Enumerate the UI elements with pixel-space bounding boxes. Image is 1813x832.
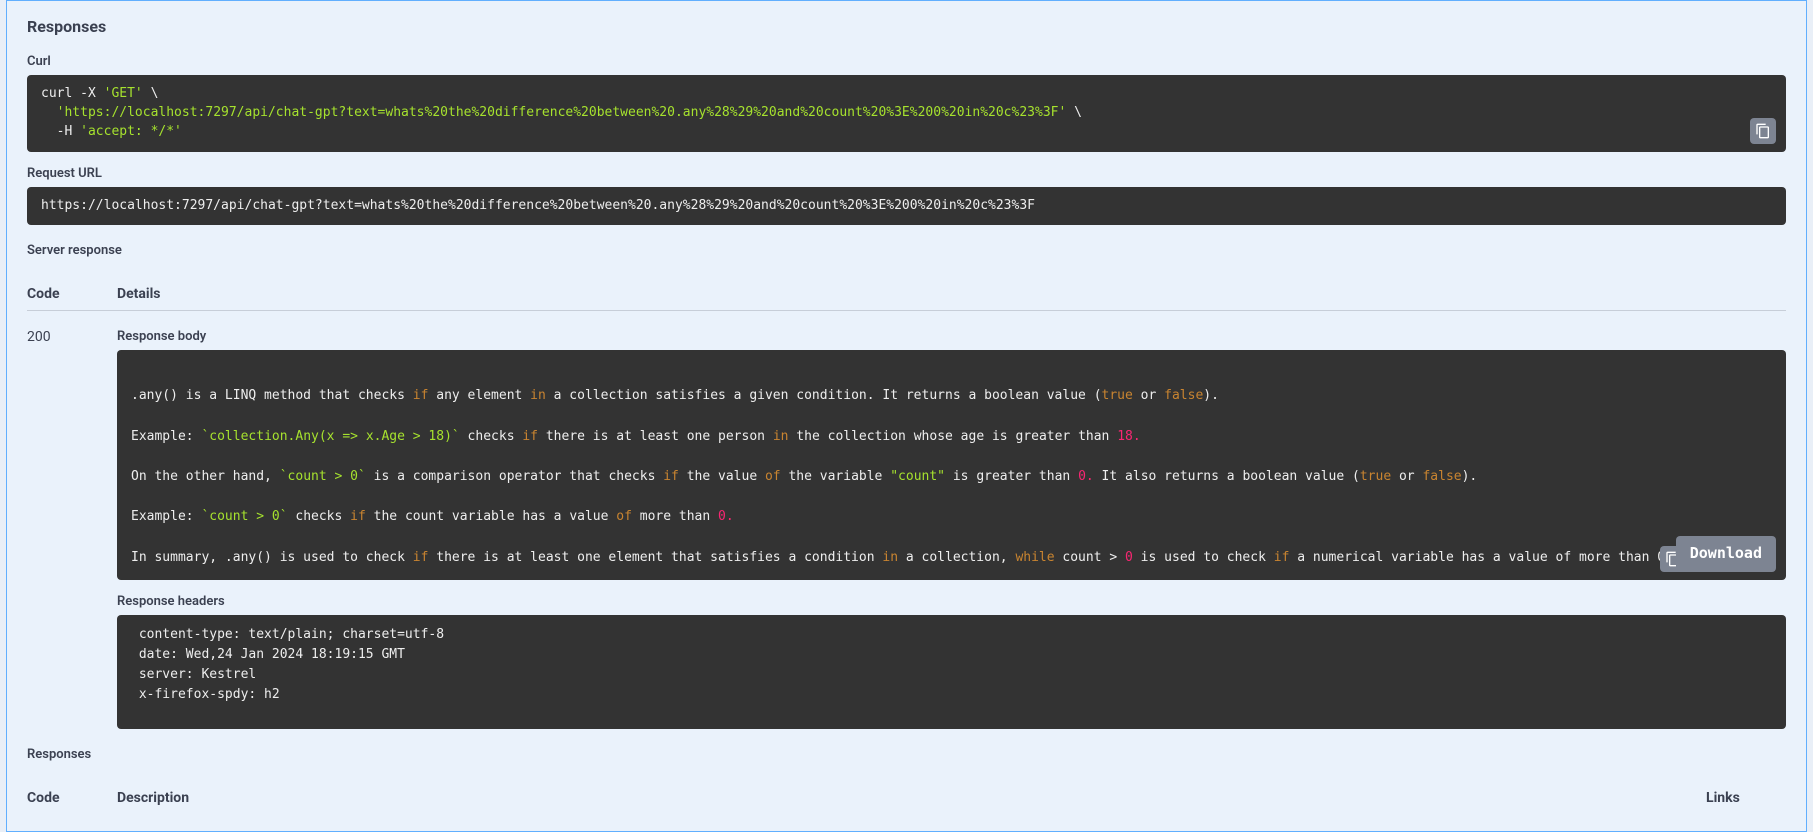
response-details: Response body .any() is a LINQ method th…	[117, 329, 1786, 729]
request-url-block: https://localhost:7297/api/chat-gpt?text…	[27, 187, 1786, 226]
response-body-block: .any() is a LINQ method that checks if a…	[117, 350, 1786, 579]
rb-kw: if	[413, 550, 429, 565]
rb-text: .any() is a LINQ method that checks	[131, 388, 413, 403]
rb-text: ).	[1203, 388, 1219, 403]
rb-text: is used to check	[1133, 550, 1274, 565]
rb-text: ).	[1462, 469, 1478, 484]
rb-text: It also returns a boolean value (	[1094, 469, 1360, 484]
rb-text: checks	[288, 509, 351, 524]
curl-slash: \	[143, 86, 159, 101]
curl-prefix: curl -X	[41, 86, 104, 101]
col-links-header: Links	[1706, 790, 1786, 806]
request-url-value: https://localhost:7297/api/chat-gpt?text…	[41, 198, 1035, 213]
curl-url: 'https://localhost:7297/api/chat-gpt?tex…	[57, 105, 1067, 120]
curl-label: Curl	[27, 54, 1786, 69]
rb-text: the collection whose age is greater than	[788, 429, 1117, 444]
clipboard-icon	[1755, 123, 1771, 139]
curl-header-flag: -H	[57, 124, 80, 139]
response-headers-label: Response headers	[117, 594, 1786, 609]
rb-num: 0.	[1078, 469, 1094, 484]
response-row: 200 Response body .any() is a LINQ metho…	[27, 311, 1786, 729]
rb-text: or	[1133, 388, 1164, 403]
col-details-header: Details	[117, 286, 1786, 302]
rb-text: there is at least one element that satis…	[428, 550, 882, 565]
rb-text: In summary, .any() is used to check	[131, 550, 413, 565]
rb-kw: of	[765, 469, 781, 484]
rb-text: a collection satisfies a given condition…	[546, 388, 1102, 403]
rb-num: 18.	[1117, 429, 1140, 444]
rb-kw: false	[1164, 388, 1203, 403]
rb-text: Example:	[131, 429, 201, 444]
response-body-label: Response body	[117, 329, 1786, 344]
col-code-header: Code	[27, 790, 117, 806]
rb-kw: in	[530, 388, 546, 403]
rb-inline-code: `collection.Any(x => x.Age > 18)`	[201, 429, 459, 444]
rb-text: any element	[428, 388, 530, 403]
rb-text: more than	[632, 509, 718, 524]
rb-kw: if	[1274, 550, 1290, 565]
rb-kw: while	[1015, 550, 1054, 565]
rb-kw: of	[616, 509, 632, 524]
rb-text: is a comparison operator that checks	[366, 469, 663, 484]
rb-strlit: "count"	[890, 469, 945, 484]
rb-kw: in	[773, 429, 789, 444]
rb-num: 0	[1125, 550, 1133, 565]
curl-slash: \	[1066, 105, 1082, 120]
copy-curl-button[interactable]	[1750, 118, 1776, 144]
rb-text: the variable	[781, 469, 891, 484]
rb-inline-code: `count > 0`	[201, 509, 287, 524]
rb-text: a collection,	[898, 550, 1015, 565]
server-response-label: Server response	[27, 243, 1786, 258]
curl-header-val: 'accept: */*'	[80, 124, 182, 139]
status-code: 200	[27, 329, 117, 345]
rb-text: checks	[460, 429, 523, 444]
rb-text: the count variable has a value	[366, 509, 616, 524]
rb-text: or	[1391, 469, 1422, 484]
rb-text: a numerical variable has a value of more…	[1289, 550, 1673, 565]
rb-text: count >	[1055, 550, 1125, 565]
rb-kw: in	[882, 550, 898, 565]
rb-num: 0.	[718, 509, 734, 524]
curl-code-block: curl -X 'GET' \ 'https://localhost:7297/…	[27, 75, 1786, 152]
download-button[interactable]: Download	[1676, 536, 1776, 571]
responses-title: Responses	[27, 17, 1786, 36]
rb-kw: if	[522, 429, 538, 444]
rb-kw: true	[1102, 388, 1133, 403]
responses-panel: Responses Curl curl -X 'GET' \ 'https://…	[6, 0, 1807, 832]
rb-kw: true	[1360, 469, 1391, 484]
rb-text: there is at least one person	[538, 429, 773, 444]
rb-kw: false	[1422, 469, 1461, 484]
rb-text: On the other hand,	[131, 469, 280, 484]
col-code-header: Code	[27, 286, 117, 302]
rb-text: Example:	[131, 509, 201, 524]
rb-text: the value	[679, 469, 765, 484]
rb-inline-code: `count > 0`	[280, 469, 366, 484]
rb-kw: if	[413, 388, 429, 403]
response-headers-block: content-type: text/plain; charset=utf-8 …	[117, 615, 1786, 730]
request-url-label: Request URL	[27, 166, 1786, 181]
rb-kw: if	[663, 469, 679, 484]
curl-method: 'GET'	[104, 86, 143, 101]
rb-text: is greater than	[945, 469, 1078, 484]
responses-bottom-label: Responses	[27, 747, 1786, 762]
col-description-header: Description	[117, 790, 1706, 806]
responses-bottom-header-row: Code Description Links	[27, 780, 1786, 814]
server-response-header-row: Code Details	[27, 276, 1786, 311]
rb-kw: if	[350, 509, 366, 524]
